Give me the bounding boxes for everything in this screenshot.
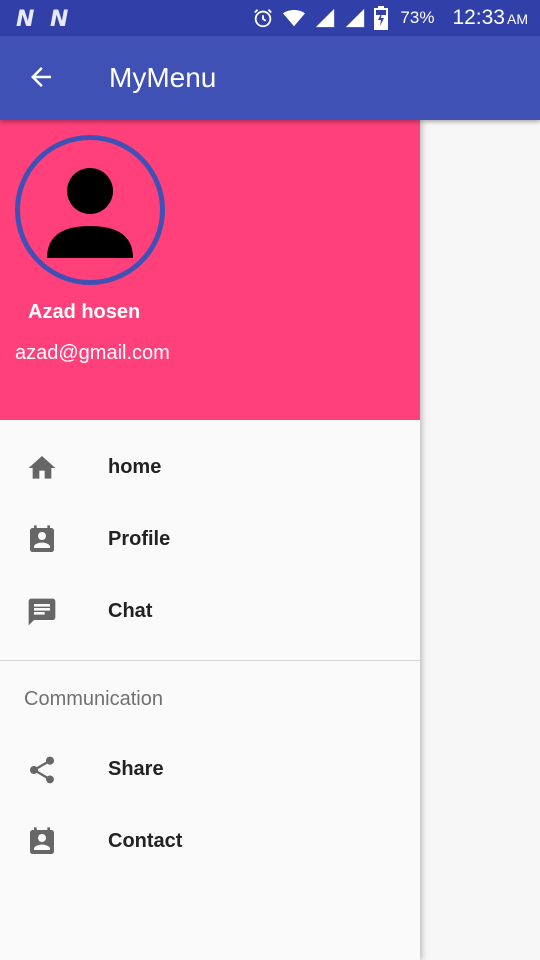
- signal-icon: [346, 8, 365, 28]
- main-content: [420, 120, 540, 960]
- menu-item-contact[interactable]: Contact: [0, 806, 420, 878]
- alarm-icon: [254, 9, 273, 28]
- menu-item-share[interactable]: Share: [0, 734, 420, 806]
- back-arrow-icon[interactable]: [26, 62, 56, 92]
- chat-icon: [28, 598, 56, 626]
- menu-item-home[interactable]: home: [0, 432, 420, 504]
- menu-item-profile[interactable]: Profile: [0, 504, 420, 576]
- user-email: azad@gmail.com: [15, 342, 170, 364]
- menu-item-label: home: [108, 456, 162, 478]
- wifi-icon: [283, 9, 306, 27]
- person-icon: [47, 168, 133, 258]
- menu-item-label: Chat: [108, 600, 153, 622]
- n-notification-icon: N: [16, 7, 35, 32]
- share-icon: [30, 756, 54, 784]
- avatar[interactable]: [15, 135, 165, 285]
- clock: 12:33 AM: [452, 6, 528, 29]
- contact-card-icon: [30, 525, 54, 552]
- battery-charging-icon: [374, 6, 389, 30]
- home-icon: [28, 456, 56, 479]
- app-title: MyMenu: [109, 62, 217, 93]
- menu-item-label: Profile: [108, 528, 171, 550]
- drawer-header: Azad hosen azad@gmail.com: [0, 120, 420, 420]
- signal-icon: [316, 8, 335, 28]
- status-bar: N N 73% 12:33 AM: [0, 0, 540, 36]
- user-name: Azad hosen: [28, 301, 141, 323]
- menu-item-label: Share: [108, 758, 164, 780]
- section-title: Communication: [24, 688, 163, 710]
- menu-item-chat[interactable]: Chat: [0, 576, 420, 648]
- menu-item-label: Contact: [108, 830, 183, 852]
- app-bar: MyMenu: [0, 36, 540, 120]
- n-notification-icon: N: [50, 7, 69, 32]
- navigation-drawer: Azad hosen azad@gmail.com home Profile C…: [0, 120, 420, 960]
- battery-percent: 73%: [400, 8, 435, 27]
- contact-card-icon: [30, 827, 54, 854]
- divider: [0, 660, 420, 661]
